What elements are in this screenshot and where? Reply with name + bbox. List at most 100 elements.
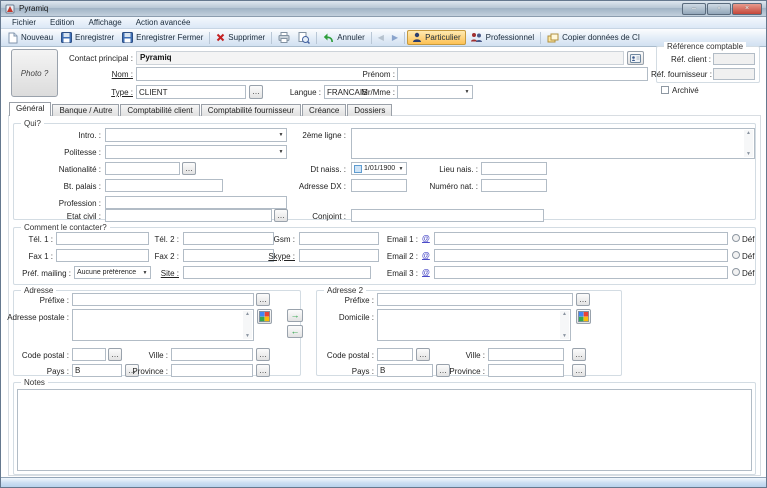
close-button[interactable]: ×: [732, 3, 762, 15]
intro-combobox[interactable]: ▼: [105, 128, 287, 142]
tel1-input[interactable]: [56, 232, 149, 245]
scroll-down-icon[interactable]: ▼: [562, 333, 567, 339]
gsm-input[interactable]: [299, 232, 379, 245]
tab-comptabilite-client[interactable]: Comptabilité client: [120, 104, 199, 116]
copy-address-left-button[interactable]: ←: [287, 325, 303, 338]
dt-naiss-datepicker[interactable]: 1/01/1900 ▼: [351, 162, 407, 175]
scroll-down-icon[interactable]: ▼: [746, 151, 751, 157]
print-preview-button[interactable]: [294, 31, 314, 45]
adr1-pays-input[interactable]: [72, 364, 122, 377]
conjoint-input[interactable]: [351, 209, 544, 222]
nationalite-input[interactable]: [105, 162, 180, 175]
scroll-up-icon[interactable]: ▲: [746, 130, 751, 136]
type-label[interactable]: Type :: [103, 88, 133, 97]
adr2-code-postal-browse-button[interactable]: …: [416, 348, 430, 361]
domicile-textarea[interactable]: ▲ ▼: [377, 309, 571, 341]
etat-civil-browse-button[interactable]: …: [274, 209, 288, 222]
archive-checkbox[interactable]: [661, 86, 669, 94]
menu-edition[interactable]: Edition: [43, 17, 81, 28]
email1-input[interactable]: [434, 232, 728, 245]
enregistrer-fermer-button[interactable]: Enregistrer Fermer: [118, 31, 207, 44]
tab-comptabilite-fournisseur[interactable]: Comptabilité fournisseur: [201, 104, 301, 116]
adr1-ville-browse-button[interactable]: …: [256, 348, 270, 361]
tab-dossiers[interactable]: Dossiers: [347, 104, 392, 116]
scrollbar[interactable]: ▲ ▼: [560, 311, 569, 339]
adresse-postale-textarea[interactable]: ▲ ▼: [72, 309, 254, 341]
adr1-code-postal-input[interactable]: [72, 348, 106, 361]
bt-palais-input[interactable]: [105, 179, 223, 192]
adr2-prefixe-browse-button[interactable]: …: [576, 293, 590, 306]
adr2-province-browse-button[interactable]: …: [572, 364, 586, 377]
adr1-province-browse-button[interactable]: …: [256, 364, 270, 377]
pref-mailing-combobox[interactable]: Aucune préférence ▼: [74, 266, 151, 279]
email2-input[interactable]: [434, 249, 728, 262]
scroll-up-icon[interactable]: ▲: [562, 311, 567, 317]
menu-action-avancee[interactable]: Action avancée: [129, 17, 198, 28]
minimize-button[interactable]: –: [682, 3, 706, 15]
date-checkbox[interactable]: [354, 165, 362, 173]
numero-nat-input[interactable]: [481, 179, 547, 192]
adr2-map-button[interactable]: [576, 309, 591, 324]
email2-def-radio[interactable]: [732, 251, 740, 259]
adr2-prefixe-input[interactable]: [377, 293, 573, 306]
profession-input[interactable]: [105, 196, 287, 209]
adr2-code-postal-input[interactable]: [377, 348, 413, 361]
adr1-prefixe-input[interactable]: [72, 293, 254, 306]
mrmme-combobox[interactable]: ▼: [397, 85, 473, 99]
tab-banque-autre[interactable]: Banque / Autre: [52, 104, 119, 116]
email3-at-icon[interactable]: @: [422, 268, 430, 277]
adr2-province-input[interactable]: [488, 364, 564, 377]
copier-donnees-button[interactable]: Copier données de CI: [543, 32, 644, 44]
skype-label[interactable]: Skype :: [261, 252, 295, 261]
previous-record-button[interactable]: ◀: [374, 32, 388, 44]
adr1-province-input[interactable]: [171, 364, 253, 377]
title-bar[interactable]: Pyramiq – ▫ ×: [1, 1, 766, 17]
next-record-button[interactable]: ▶: [388, 32, 402, 44]
email1-def-radio[interactable]: [732, 234, 740, 242]
scrollbar[interactable]: ▲ ▼: [243, 311, 252, 339]
nationalite-browse-button[interactable]: …: [182, 162, 196, 175]
site-input[interactable]: [183, 266, 371, 279]
tab-general[interactable]: Général: [9, 102, 51, 116]
email2-at-icon[interactable]: @: [422, 251, 430, 260]
copy-address-right-button[interactable]: →: [287, 309, 303, 322]
adr1-code-postal-browse-button[interactable]: …: [108, 348, 122, 361]
professionnel-toggle[interactable]: Professionnel: [466, 31, 538, 44]
adr2-ville-input[interactable]: [488, 348, 564, 361]
maximize-button[interactable]: ▫: [707, 3, 731, 15]
email3-def-radio[interactable]: [732, 268, 740, 276]
menu-fichier[interactable]: Fichier: [5, 17, 43, 28]
email1-at-icon[interactable]: @: [422, 234, 430, 243]
type-browse-button[interactable]: …: [249, 85, 263, 99]
type-input[interactable]: [136, 85, 246, 99]
adr1-ville-input[interactable]: [171, 348, 253, 361]
scroll-down-icon[interactable]: ▼: [245, 333, 250, 339]
site-label[interactable]: Site :: [151, 269, 179, 278]
etat-civil-input[interactable]: [105, 209, 272, 222]
contact-card-button[interactable]: [627, 51, 644, 65]
enregistrer-button[interactable]: Enregistrer: [57, 31, 118, 44]
nouveau-button[interactable]: Nouveau: [3, 31, 57, 45]
menu-affichage[interactable]: Affichage: [81, 17, 128, 28]
adr2-pays-input[interactable]: [377, 364, 433, 377]
print-button[interactable]: [274, 31, 294, 44]
annuler-button[interactable]: Annuler: [319, 31, 369, 44]
adresse-dx-input[interactable]: [351, 179, 407, 192]
supprimer-button[interactable]: Supprimer: [212, 32, 269, 43]
photo-button[interactable]: Photo ?: [11, 49, 58, 97]
adr2-ville-browse-button[interactable]: …: [572, 348, 586, 361]
notes-textarea[interactable]: [17, 389, 752, 471]
particulier-toggle[interactable]: Particulier: [407, 30, 466, 45]
scrollbar[interactable]: ▲ ▼: [744, 130, 753, 157]
fax1-input[interactable]: [56, 249, 149, 262]
politesse-combobox[interactable]: ▼: [105, 145, 287, 159]
email3-input[interactable]: [434, 266, 728, 279]
nom-label[interactable]: Nom :: [103, 70, 133, 79]
deuxieme-ligne-textarea[interactable]: ▲ ▼: [351, 128, 755, 159]
adr1-map-button[interactable]: [257, 309, 272, 324]
adr1-prefixe-browse-button[interactable]: …: [256, 293, 270, 306]
scroll-up-icon[interactable]: ▲: [245, 311, 250, 317]
lieu-nais-input[interactable]: [481, 162, 547, 175]
skype-input[interactable]: [299, 249, 379, 262]
tab-creance[interactable]: Créance: [302, 104, 346, 116]
